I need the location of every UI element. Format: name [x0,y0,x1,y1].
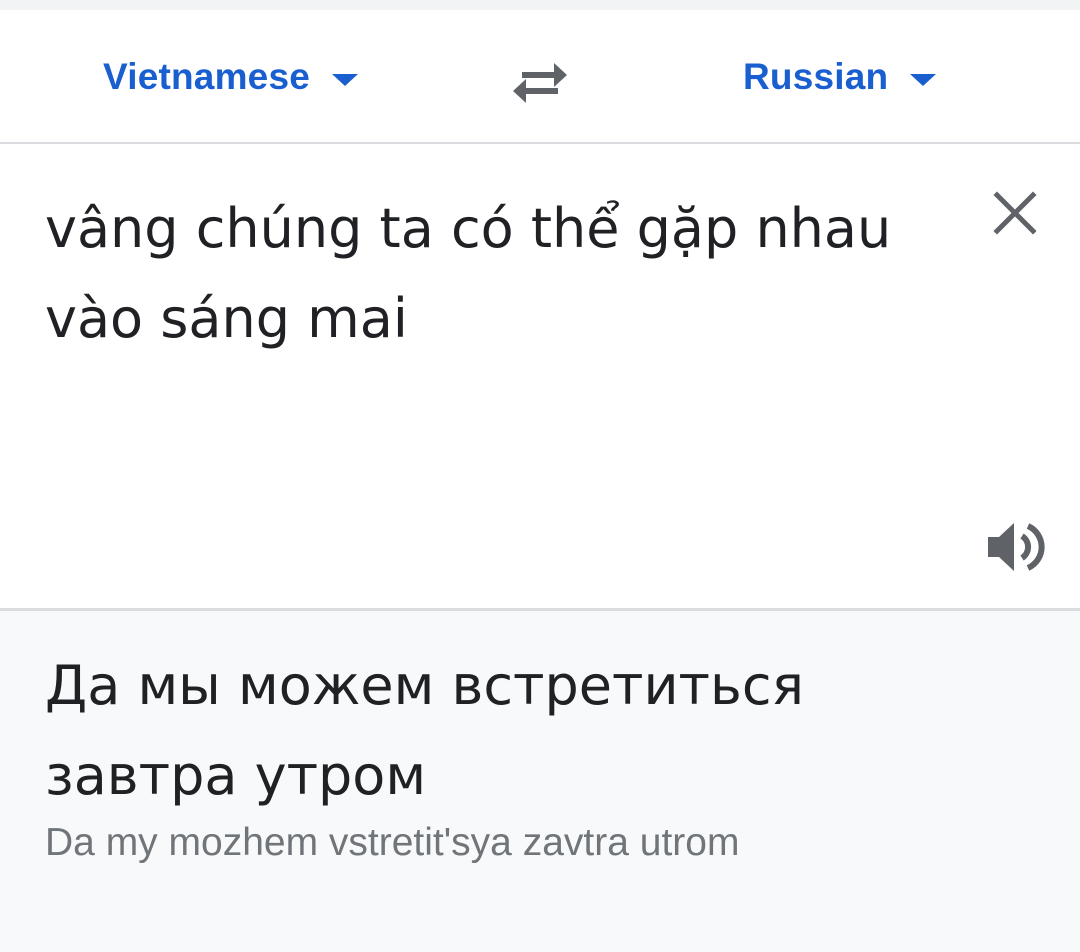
source-language-label: Vietnamese [103,56,310,97]
swap-icon [513,63,567,103]
source-language-button[interactable]: Vietnamese [103,52,358,102]
translated-text: Да мы можем встретиться завтра утром [45,654,805,807]
chevron-down-icon [910,74,937,86]
source-input-area[interactable]: vâng chúng ta có thể gặp nhau vào sáng m… [0,146,1080,608]
close-icon [993,191,1037,235]
romanization-text: Da my mozhem vstretit'sya zavtra utrom [45,821,740,864]
target-language-label: Russian [743,56,889,97]
top-strip [0,0,1080,10]
translation-result-area: Да мы можем встретиться завтра утром Da … [0,611,1080,952]
target-language-button[interactable]: Russian [743,52,937,102]
clear-input-button[interactable] [990,188,1040,238]
language-bar: Vietnamese Russian [0,10,1080,144]
speaker-icon [988,523,1045,571]
swap-languages-button[interactable] [508,58,572,108]
chevron-down-icon [332,74,358,86]
speak-source-button[interactable] [984,518,1046,576]
source-text[interactable]: vâng chúng ta có thể gặp nhau vào sáng m… [45,184,925,364]
